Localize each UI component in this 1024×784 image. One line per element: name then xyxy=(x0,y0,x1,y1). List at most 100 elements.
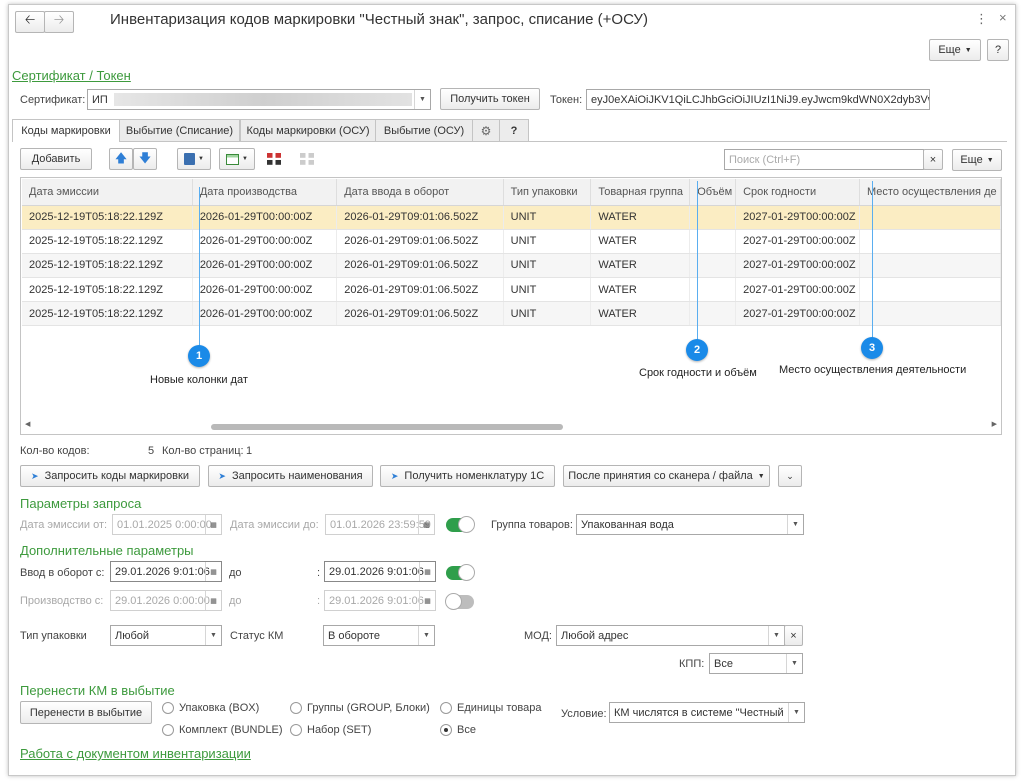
emission-to-field[interactable]: 01.01.2026 23:59:59 ▦ xyxy=(325,514,435,535)
radio-group-label[interactable]: Группы (GROUP, Блоки) xyxy=(307,702,430,714)
tab-disposal-osu[interactable]: Выбытие (ОСУ) xyxy=(375,119,473,141)
grid-colored-icon[interactable] xyxy=(267,153,281,165)
calendar-icon[interactable]: ▦ xyxy=(418,515,434,534)
radio-all[interactable] xyxy=(440,724,452,736)
scroll-left-icon[interactable]: ◀ xyxy=(25,420,30,428)
radio-units-label[interactable]: Единицы товара xyxy=(457,702,542,714)
tab-marking-codes-osu[interactable]: Коды маркировки (ОСУ) xyxy=(240,119,376,141)
move-down-button[interactable]: 🡇 xyxy=(133,148,157,170)
product-group-value: Упакованная вода xyxy=(581,518,674,531)
move-section-title: Перенести КМ в выбытие xyxy=(20,683,175,698)
certificate-field[interactable]: ИП ▼ xyxy=(87,89,431,110)
table-row[interactable]: 2025-12-19T05:18:22.129Z 2026-01-29T00:0… xyxy=(22,253,1001,279)
horizontal-scrollbar[interactable]: ◀ ▶ xyxy=(25,420,997,431)
circulation-toggle[interactable] xyxy=(446,564,475,581)
table-row[interactable]: 2025-12-19T05:18:22.129Z 2026-01-29T00:0… xyxy=(22,301,1001,327)
kebab-menu-icon[interactable]: ⋮ xyxy=(975,11,988,27)
back-button[interactable]: 🡠 xyxy=(15,11,45,33)
column-circulation-date[interactable]: Дата ввода в оборот xyxy=(336,179,504,206)
column-emission-date[interactable]: Дата эмиссии xyxy=(22,179,193,206)
table-row[interactable]: 2025-12-19T05:18:22.129Z 2026-01-29T00:0… xyxy=(22,205,1001,230)
calendar-icon[interactable]: ▦ xyxy=(205,515,221,534)
move-to-disposal-button[interactable]: Перенести в выбытие xyxy=(20,701,152,724)
kpp-select[interactable]: Все ▼ xyxy=(709,653,803,674)
column-production-date[interactable]: Дата производства xyxy=(192,179,338,206)
chevron-down-icon[interactable]: ▼ xyxy=(788,703,804,722)
request-names-button[interactable]: ➤ Запросить наименования xyxy=(208,465,373,487)
mod-clear-button[interactable]: × xyxy=(784,625,803,646)
column-package-type[interactable]: Тип упаковки xyxy=(503,179,592,206)
export-menu-button[interactable]: ▼ xyxy=(219,148,255,170)
condition-select[interactable]: КМ числятся в системе "Честный ▼ xyxy=(609,702,805,723)
toggle-knob xyxy=(458,564,475,581)
search-clear-button[interactable]: × xyxy=(923,149,943,170)
emission-from-field[interactable]: 01.01.2025 0:00:00 ▦ xyxy=(112,514,222,535)
forward-button[interactable]: 🡢 xyxy=(44,11,74,33)
radio-all-label[interactable]: Все xyxy=(457,724,476,736)
table-row[interactable]: 2025-12-19T05:18:22.129Z 2026-01-29T00:0… xyxy=(22,277,1001,303)
chevron-down-icon[interactable]: ▼ xyxy=(418,626,434,645)
tab-settings[interactable]: ⚙ xyxy=(472,119,500,141)
token-field[interactable]: eyJ0eXAiOiJKV1QiLCJhbGciOiJIUzI1NiJ9.eyJ… xyxy=(586,89,930,110)
grid-gray-icon[interactable] xyxy=(300,153,314,165)
pack-type-select[interactable]: Любой ▼ xyxy=(110,625,222,646)
product-group-select[interactable]: Упакованная вода ▼ xyxy=(576,514,804,535)
request-codes-button[interactable]: ➤ Запросить коды маркировки xyxy=(20,465,200,487)
pages-count-label: Кол-во страниц: xyxy=(162,445,244,457)
table-more-button[interactable]: Еще ▼ xyxy=(952,149,1002,171)
search-input[interactable]: Поиск (Ctrl+F) xyxy=(724,149,924,170)
chevron-down-icon[interactable]: ▼ xyxy=(787,515,803,534)
certificate-section-title[interactable]: Сертификат / Токен xyxy=(12,68,131,83)
add-button[interactable]: Добавить xyxy=(20,148,92,170)
get-token-button[interactable]: Получить токен xyxy=(440,88,540,110)
request-names-label: Запросить наименования xyxy=(231,470,363,482)
chevron-down-icon[interactable]: ▼ xyxy=(786,654,802,673)
cell-expiry-date: 2027-01-29T00:00:00Z xyxy=(735,301,861,327)
tab-marking-codes[interactable]: Коды маркировки xyxy=(12,119,120,142)
window-more-button[interactable]: Еще ▼ xyxy=(929,39,981,61)
calendar-icon[interactable]: ▦ xyxy=(419,591,435,610)
scroll-right-icon[interactable]: ▶ xyxy=(992,420,997,428)
scrollbar-thumb[interactable] xyxy=(211,424,563,430)
radio-bundle-label[interactable]: Комплект (BUNDLE) xyxy=(179,724,283,736)
after-scanner-button[interactable]: После принятия со сканера / файла ▼ xyxy=(563,465,770,487)
calendar-icon[interactable]: ▦ xyxy=(419,562,435,581)
move-up-button[interactable]: 🡅 xyxy=(109,148,133,170)
column-place-of-activity[interactable]: Место осуществления де xyxy=(859,179,1001,206)
emission-toggle[interactable] xyxy=(446,516,475,533)
radio-set-label[interactable]: Набор (SET) xyxy=(307,724,371,736)
table-row[interactable]: 2025-12-19T05:18:22.129Z 2026-01-29T00:0… xyxy=(22,229,1001,254)
column-product-group[interactable]: Товарная группа xyxy=(590,179,691,206)
inventory-document-link[interactable]: Работа с документом инвентаризации xyxy=(20,746,251,761)
get-nomenclature-button[interactable]: ➤ Получить номенклатуру 1С xyxy=(380,465,555,487)
mod-select[interactable]: Любой адрес ▼ xyxy=(556,625,785,646)
production-to-field[interactable]: 29.01.2026 9:01:06 ▦ xyxy=(324,590,436,611)
radio-set[interactable] xyxy=(290,724,302,736)
calendar-icon[interactable]: ▦ xyxy=(205,562,221,581)
run-icon: ➤ xyxy=(218,470,226,481)
column-expiry-date[interactable]: Срок годности xyxy=(735,179,861,206)
cell-place-of-activity xyxy=(859,301,1001,327)
help-button[interactable]: ? xyxy=(987,39,1009,61)
tab-disposal[interactable]: Выбытие (Списание) xyxy=(119,119,240,141)
production-toggle[interactable] xyxy=(445,593,474,610)
chevron-down-icon[interactable]: ▼ xyxy=(768,626,784,645)
toggle-knob xyxy=(445,593,462,610)
close-icon[interactable]: × xyxy=(999,10,1007,25)
radio-box-label[interactable]: Упаковка (BOX) xyxy=(179,702,259,714)
radio-units[interactable] xyxy=(440,702,452,714)
km-status-select[interactable]: В обороте ▼ xyxy=(323,625,435,646)
production-from-field[interactable]: 29.01.2026 0:00:00 ▦ xyxy=(110,590,222,611)
save-menu-button[interactable]: ▼ xyxy=(177,148,211,170)
circulation-from-field[interactable]: 29.01.2026 9:01:06 ▦ xyxy=(110,561,222,582)
chevron-down-icon[interactable]: ▼ xyxy=(414,90,430,109)
radio-bundle[interactable] xyxy=(162,724,174,736)
callout-3-badge: 3 xyxy=(861,337,883,359)
circulation-to-field[interactable]: 29.01.2026 9:01:06 ▦ xyxy=(324,561,436,582)
chevron-down-icon[interactable]: ▼ xyxy=(205,626,221,645)
collapse-button[interactable]: ⌄ xyxy=(778,465,802,487)
tab-help[interactable]: ? xyxy=(499,119,529,141)
calendar-icon[interactable]: ▦ xyxy=(205,591,221,610)
radio-group[interactable] xyxy=(290,702,302,714)
radio-box[interactable] xyxy=(162,702,174,714)
